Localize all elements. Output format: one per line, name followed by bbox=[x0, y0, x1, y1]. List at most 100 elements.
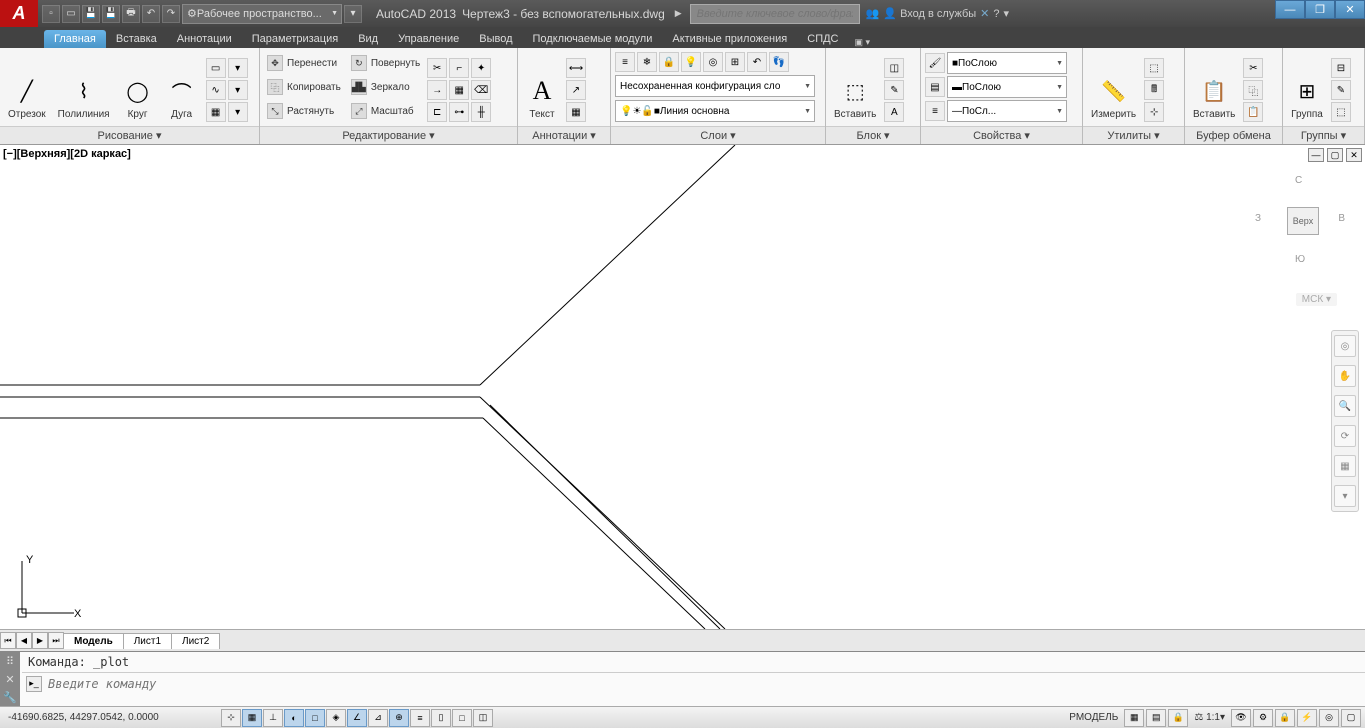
layer-lock-icon[interactable]: 🔒 bbox=[659, 52, 679, 72]
qat-open-icon[interactable]: ▭ bbox=[62, 5, 80, 23]
erase-icon[interactable]: ⌫ bbox=[471, 80, 491, 100]
maximize-button[interactable]: ❐ bbox=[1305, 0, 1335, 19]
paste-button[interactable]: 📋Вставить bbox=[1189, 73, 1239, 122]
tab-spds[interactable]: СПДС bbox=[797, 30, 848, 48]
panel-layers-title[interactable]: Слои ▾ bbox=[611, 126, 825, 144]
toolbar-lock-icon[interactable]: 🔒 bbox=[1275, 709, 1295, 727]
layout-first-icon[interactable]: ⏮ bbox=[0, 632, 16, 649]
tab-plugins[interactable]: Подключаемые модули bbox=[523, 30, 663, 48]
dim-icon[interactable]: ⟷ bbox=[566, 58, 586, 78]
layer-current-combo[interactable]: 💡☀🔓■ Линия основна bbox=[615, 100, 815, 122]
hatch-icon[interactable]: ▦ bbox=[206, 102, 226, 122]
coordinates[interactable]: -41690.6825, 44297.0542, 0.0000 bbox=[0, 712, 215, 723]
workspace-combo[interactable]: ⚙ Рабочее пространство... bbox=[182, 4, 342, 24]
command-input[interactable] bbox=[48, 677, 1361, 691]
group-sel-icon[interactable]: ⬚ bbox=[1331, 102, 1351, 122]
scale-display[interactable]: ⚖ 1:1▾ bbox=[1190, 712, 1229, 723]
dropdown-icon[interactable]: ▾ bbox=[228, 58, 248, 78]
panel-block-title[interactable]: Блок ▾ bbox=[826, 126, 920, 144]
list-icon[interactable]: ≡ bbox=[925, 101, 945, 121]
leader-icon[interactable]: ↗ bbox=[566, 80, 586, 100]
qat-save-icon[interactable]: 💾 bbox=[82, 5, 100, 23]
color-combo[interactable]: ■ ПоСлою bbox=[947, 52, 1067, 74]
scale-button[interactable]: ⤢Масштаб bbox=[348, 100, 423, 122]
explode-icon[interactable]: ✦ bbox=[471, 58, 491, 78]
close-cmd-icon[interactable]: ✕ bbox=[5, 673, 14, 686]
layout-last-icon[interactable]: ⏭ bbox=[48, 632, 64, 649]
prop-palette-icon[interactable]: ▤ bbox=[925, 77, 945, 97]
dyn-toggle[interactable]: ⊕ bbox=[389, 709, 409, 727]
ribbon-collapse-icon[interactable]: ▣ ▾ bbox=[849, 37, 877, 48]
group-edit-icon[interactable]: ✎ bbox=[1331, 80, 1351, 100]
panel-draw-title[interactable]: Рисование ▾ bbox=[0, 126, 259, 144]
dropdown-icon[interactable]: ▾ bbox=[228, 80, 248, 100]
quickview-icon[interactable]: ▤ bbox=[1146, 709, 1166, 727]
layer-prop-icon[interactable]: ≡ bbox=[615, 52, 635, 72]
tab-manage[interactable]: Управление bbox=[388, 30, 469, 48]
array-icon[interactable]: ▦ bbox=[449, 80, 469, 100]
drawing-viewport[interactable]: [−][Верхняя][2D каркас] — ▢ ✕ С З В Ю Ве… bbox=[0, 145, 1365, 629]
linetype-combo[interactable]: — ПоСл... bbox=[947, 100, 1067, 122]
group-button[interactable]: ⊞Группа bbox=[1287, 73, 1327, 122]
infocenter-icon[interactable]: 👥 bbox=[866, 7, 880, 20]
3dosnap-toggle[interactable]: ◈ bbox=[326, 709, 346, 727]
arc-button[interactable]: ⌒Дуга bbox=[162, 73, 202, 122]
qat-print-icon[interactable]: 🖶 bbox=[122, 5, 140, 23]
insert-block-button[interactable]: ⬚Вставить bbox=[830, 73, 880, 122]
mirror-button[interactable]: ▟▙Зеркало bbox=[348, 76, 423, 98]
fillet-icon[interactable]: ⌐ bbox=[449, 58, 469, 78]
minimize-button[interactable]: — bbox=[1275, 0, 1305, 19]
tab-annotate[interactable]: Аннотации bbox=[167, 30, 242, 48]
layout-prev-icon[interactable]: ◀ bbox=[16, 632, 32, 649]
create-block-icon[interactable]: ◫ bbox=[884, 58, 904, 78]
ducs-toggle[interactable]: ⊿ bbox=[368, 709, 388, 727]
title-play-icon[interactable]: ▶ bbox=[675, 8, 682, 19]
layer-prev-icon[interactable]: ↶ bbox=[747, 52, 767, 72]
qat-redo-icon[interactable]: ↷ bbox=[162, 5, 180, 23]
select-all-icon[interactable]: ⬚ bbox=[1144, 58, 1164, 78]
tab-output[interactable]: Вывод bbox=[469, 30, 522, 48]
layer-iso-icon[interactable]: ◎ bbox=[703, 52, 723, 72]
qp-toggle[interactable]: □ bbox=[452, 709, 472, 727]
search-input[interactable] bbox=[690, 4, 860, 24]
anno-vis-icon[interactable]: 👁 bbox=[1231, 709, 1251, 727]
tab-insert[interactable]: Вставка bbox=[106, 30, 167, 48]
text-button[interactable]: AТекст bbox=[522, 73, 562, 122]
clean-screen-icon[interactable]: ▢ bbox=[1341, 709, 1361, 727]
rect-icon[interactable]: ▭ bbox=[206, 58, 226, 78]
otrack-toggle[interactable]: ∠ bbox=[347, 709, 367, 727]
exchange-icon[interactable]: ✕ bbox=[980, 7, 989, 20]
id-point-icon[interactable]: ⊹ bbox=[1144, 102, 1164, 122]
qat-saveas-icon[interactable]: 💾 bbox=[102, 5, 120, 23]
isolate-icon[interactable]: ◎ bbox=[1319, 709, 1339, 727]
tab-active-apps[interactable]: Активные приложения bbox=[662, 30, 797, 48]
quickcalc-icon[interactable]: 🖩 bbox=[1144, 80, 1164, 100]
copy-button[interactable]: ⿻Копировать bbox=[264, 76, 344, 98]
rotate-button[interactable]: ↻Повернуть bbox=[348, 52, 423, 74]
osnap-toggle[interactable]: □ bbox=[305, 709, 325, 727]
qat-new-icon[interactable]: ▫ bbox=[42, 5, 60, 23]
match-prop-icon[interactable]: 🖌 bbox=[925, 53, 945, 73]
app-logo[interactable]: A bbox=[0, 0, 38, 27]
layout-tab-model[interactable]: Модель bbox=[63, 633, 124, 649]
dropdown-icon[interactable]: ▾ bbox=[1004, 7, 1010, 20]
lineweight-combo[interactable]: ▬ ПоСлою bbox=[947, 76, 1067, 98]
help-icon[interactable]: ? bbox=[993, 8, 999, 20]
qat-undo-icon[interactable]: ↶ bbox=[142, 5, 160, 23]
sc-toggle[interactable]: ◫ bbox=[473, 709, 493, 727]
close-button[interactable]: ✕ bbox=[1335, 0, 1365, 19]
layout-next-icon[interactable]: ▶ bbox=[32, 632, 48, 649]
extend-icon[interactable]: → bbox=[427, 80, 447, 100]
break-icon[interactable]: ╫ bbox=[471, 102, 491, 122]
layer-off-icon[interactable]: 💡 bbox=[681, 52, 701, 72]
grid-toggle[interactable]: ▦ bbox=[242, 709, 262, 727]
panel-edit-title[interactable]: Редактирование ▾ bbox=[260, 126, 517, 144]
layer-state-combo[interactable]: Несохраненная конфигурация сло bbox=[615, 75, 815, 97]
polar-toggle[interactable]: ◐ bbox=[284, 709, 304, 727]
spline-icon[interactable]: ∿ bbox=[206, 80, 226, 100]
panel-annot-title[interactable]: Аннотации ▾ bbox=[518, 126, 610, 144]
login-link[interactable]: 👤 Вход в службы bbox=[883, 7, 976, 20]
polyline-button[interactable]: ⌇Полилиния bbox=[54, 73, 114, 122]
wrench-icon[interactable]: 🔧 bbox=[3, 691, 17, 704]
circle-button[interactable]: ◯Круг bbox=[118, 73, 158, 122]
